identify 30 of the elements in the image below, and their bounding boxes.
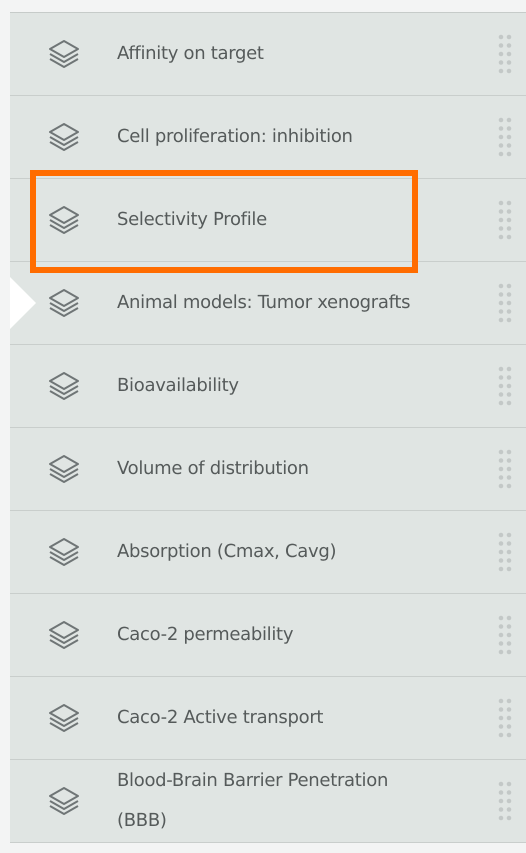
drag-handle-icon[interactable] [498,365,512,407]
list-item-label[interactable]: Caco-2 permeability [117,615,427,655]
drag-handle-icon[interactable] [498,448,512,490]
drag-handle-icon[interactable] [498,199,512,241]
list-item-label[interactable]: Blood-Brain Barrier Penetration (BBB) [117,761,427,841]
drag-handle-icon[interactable] [498,780,512,822]
layers-icon [47,703,81,733]
list-item-label[interactable]: Selectivity Profile [117,200,427,240]
layers-icon [47,454,81,484]
list-item-label[interactable]: Caco-2 Active transport [117,698,427,738]
list-item-label[interactable]: Volume of distribution [117,449,427,489]
drag-handle-icon[interactable] [498,33,512,75]
list-item-label[interactable]: Bioavailability [117,366,427,406]
layers-icon [47,39,81,69]
drag-handle-icon[interactable] [498,116,512,158]
layers-icon [47,205,81,235]
list-item-label[interactable]: Animal models: Tumor xenografts [117,283,427,323]
list-item-label[interactable]: Affinity on target [117,34,427,74]
layers-icon [47,122,81,152]
drag-handle-icon[interactable] [498,282,512,324]
layers-icon [47,537,81,567]
drag-handle-icon[interactable] [498,614,512,656]
list-item-label[interactable]: Absorption (Cmax, Cavg) [117,532,427,572]
layers-icon [47,620,81,650]
layers-icon [47,288,81,318]
layers-icon [47,371,81,401]
drag-handle-icon[interactable] [498,531,512,573]
drag-handle-icon[interactable] [498,697,512,739]
layers-icon [47,786,81,816]
list-item-label[interactable]: Cell proliferation: inhibition [117,117,427,157]
